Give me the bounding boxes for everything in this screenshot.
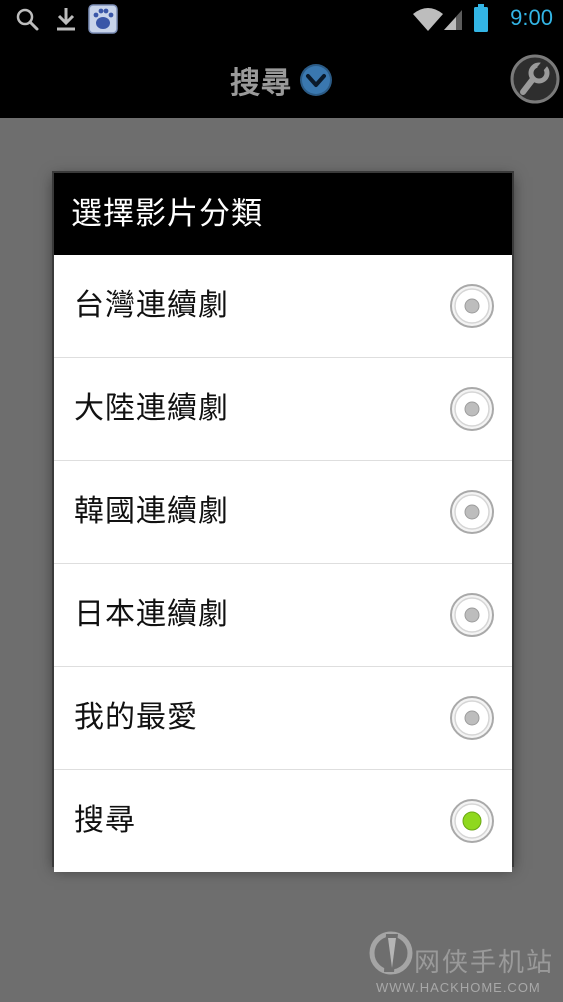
baidu-app-icon xyxy=(88,4,118,34)
radio-unselected-icon[interactable] xyxy=(449,695,495,741)
chevron-down-icon xyxy=(300,64,333,96)
option-label: 韓國連續劇 xyxy=(74,494,229,529)
option-item[interactable]: 我的最愛 xyxy=(54,666,512,769)
status-time: 9:00 xyxy=(510,5,553,30)
dialog-title: 選擇影片分類 xyxy=(54,173,512,255)
cell-signal-icon xyxy=(444,10,462,30)
wrench-icon[interactable] xyxy=(510,54,560,104)
download-icon xyxy=(57,8,75,31)
page-title: 搜尋 xyxy=(229,66,292,101)
radio-unselected-icon[interactable] xyxy=(449,386,495,432)
search-icon xyxy=(16,8,39,31)
watermark-text: 网侠手机站 xyxy=(414,948,555,978)
radio-unselected-icon[interactable] xyxy=(449,283,495,329)
option-item[interactable]: 大陸連續劇 xyxy=(54,357,512,460)
watermark-url: WWW.HACKHOME.COM xyxy=(376,980,541,995)
action-bar: 搜尋 xyxy=(0,38,563,118)
radio-unselected-icon[interactable] xyxy=(449,489,495,535)
option-label: 大陸連續劇 xyxy=(74,391,229,426)
radio-selected-icon[interactable] xyxy=(449,798,495,844)
option-label: 我的最愛 xyxy=(74,700,198,735)
option-item[interactable]: 台灣連續劇 xyxy=(54,255,512,357)
option-item[interactable]: 韓國連續劇 xyxy=(54,460,512,563)
option-label: 台灣連續劇 xyxy=(74,288,229,323)
option-item[interactable]: 搜尋 xyxy=(54,769,512,872)
radio-unselected-icon[interactable] xyxy=(449,592,495,638)
options-list: 台灣連續劇大陸連續劇韓國連續劇日本連續劇我的最愛搜尋 xyxy=(54,255,512,872)
watermark-logo-icon xyxy=(369,931,413,975)
battery-icon xyxy=(474,4,488,32)
wifi-icon xyxy=(413,8,443,31)
title-dropdown[interactable]: 搜尋 xyxy=(0,58,563,102)
category-dialog: 選擇影片分類 台灣連續劇大陸連續劇韓國連續劇日本連續劇我的最愛搜尋 xyxy=(54,173,512,872)
option-label: 日本連續劇 xyxy=(74,597,229,632)
watermark: 网侠手机站 WWW.HACKHOME.COM xyxy=(366,928,563,1002)
status-bar: 9:00 xyxy=(0,0,563,38)
option-item[interactable]: 日本連續劇 xyxy=(54,563,512,666)
option-label: 搜尋 xyxy=(74,803,136,838)
